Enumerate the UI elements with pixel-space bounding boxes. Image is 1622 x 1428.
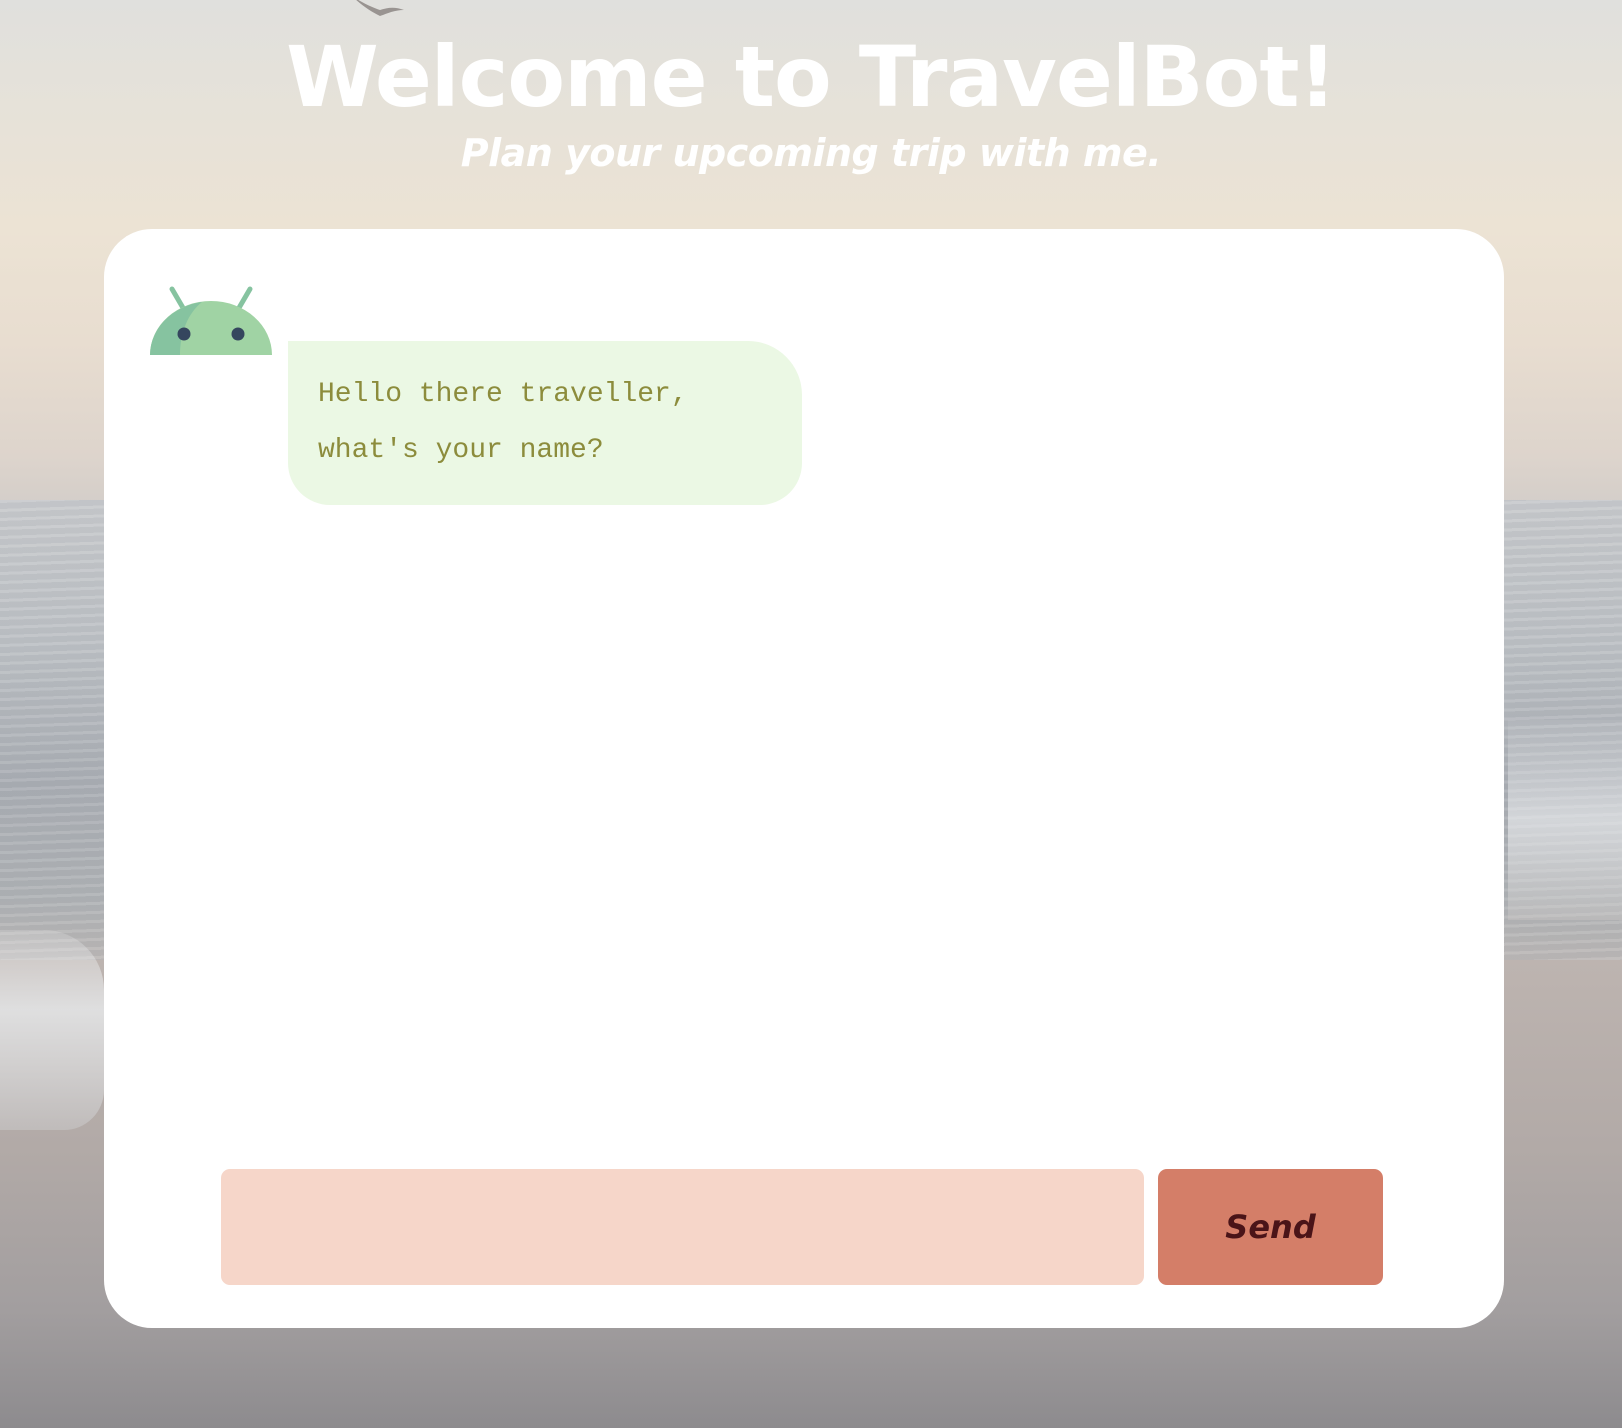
background-wave-foam [0, 930, 104, 1130]
page-header: Welcome to TravelBot! Plan your upcoming… [0, 22, 1622, 178]
message-composer: Send [221, 1169, 1387, 1285]
page-title: Welcome to TravelBot! [286, 28, 1337, 126]
bird-silhouette-icon [356, 0, 404, 16]
android-robot-icon [150, 286, 272, 355]
background-wave-foam-right [1508, 720, 1622, 920]
page-subtitle: Plan your upcoming trip with me. [460, 131, 1162, 175]
bot-message-bubble: Hello there traveller, what's your name? [288, 341, 802, 505]
bot-message-text: Hello there traveller, what's your name? [318, 379, 688, 466]
chat-window: Hello there traveller, what's your name?… [104, 229, 1504, 1328]
send-button[interactable]: Send [1158, 1169, 1383, 1285]
message-input[interactable] [221, 1169, 1144, 1285]
